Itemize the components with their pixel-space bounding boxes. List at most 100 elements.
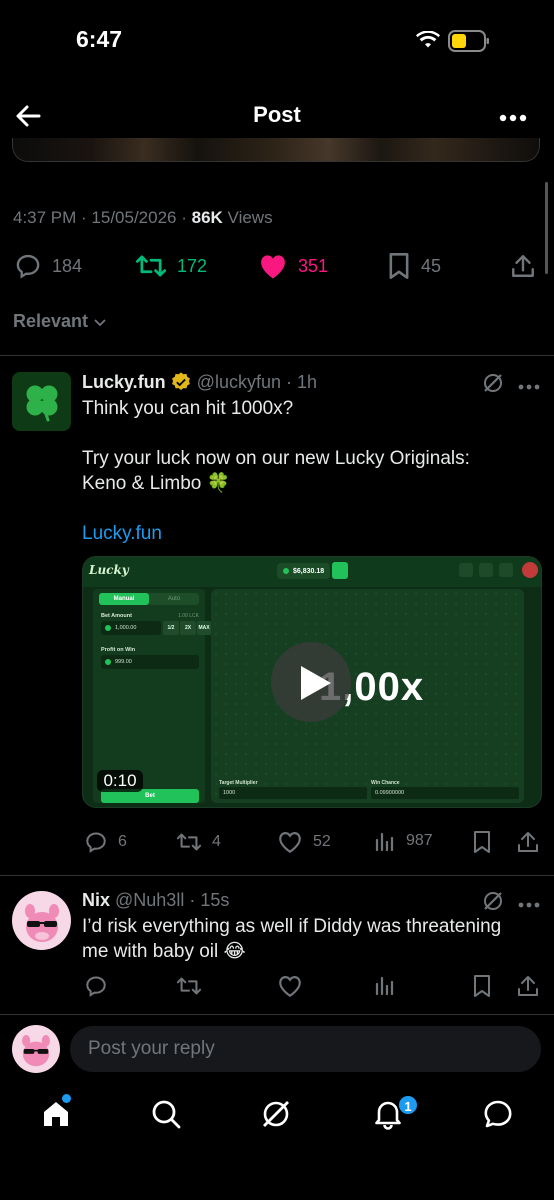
heart-icon	[279, 976, 301, 998]
tab-auto: Auto	[167, 596, 181, 602]
status-bar: 6:47	[0, 0, 554, 80]
share-icon	[518, 976, 538, 996]
mode-tabs: Manual Auto	[99, 593, 199, 605]
notifications-badge: 1	[397, 1094, 419, 1116]
grok-icon[interactable]	[260, 1098, 292, 1135]
pink-panther-avatar-icon	[22, 1035, 50, 1067]
tweet-text-line: me with baby oil 😂	[82, 941, 246, 962]
tab-manual: Manual	[99, 593, 149, 605]
battery-icon	[448, 30, 490, 57]
grok-icon[interactable]	[482, 890, 504, 917]
grok-icon[interactable]	[482, 372, 504, 399]
bookmark-count: 45	[421, 255, 442, 276]
views-button[interactable]: 987	[374, 830, 433, 852]
tweet-text-line: Keno & Limbo 🍀	[82, 473, 231, 494]
author-name[interactable]: Nix	[82, 890, 110, 911]
author-handle[interactable]: @Nuh3ll	[115, 890, 184, 911]
repost-button[interactable]: 4	[176, 830, 221, 854]
bet-amount-label: Bet Amount	[101, 613, 132, 619]
avatar-nix[interactable]	[12, 891, 71, 950]
tweet-more-icon[interactable]	[518, 378, 540, 396]
avatar	[522, 562, 538, 578]
gift-icon	[459, 563, 473, 577]
play-button[interactable]	[271, 642, 351, 722]
like-count: 351	[298, 255, 329, 276]
pink-panther-avatar-icon	[24, 903, 59, 942]
bookmark-icon	[474, 975, 490, 997]
bookmark-button[interactable]: 45	[387, 252, 441, 280]
win-chance-label: Win Chance	[371, 780, 400, 786]
chat-icon	[499, 563, 513, 577]
verified-badge-icon	[171, 372, 190, 390]
divider	[0, 875, 554, 876]
chevron-down-icon	[94, 318, 106, 326]
repost-button[interactable]: 172	[135, 252, 207, 280]
post-header: Post	[0, 88, 554, 144]
video-logo: Lucky	[89, 563, 129, 577]
messages-icon[interactable]	[482, 1098, 514, 1135]
tweet-header: Nix @Nuh3ll · 15s	[82, 890, 229, 911]
repost-button[interactable]	[176, 974, 212, 998]
share-button[interactable]	[516, 830, 550, 854]
reply-input[interactable]: Post your reply	[70, 1026, 541, 1072]
bookmark-icon	[389, 253, 409, 279]
bookmark-button[interactable]	[472, 974, 502, 998]
avatar-luckyfun[interactable]	[12, 372, 71, 431]
search-icon[interactable]	[150, 1098, 182, 1135]
reply-button[interactable]: 184	[14, 252, 82, 280]
like-button[interactable]	[277, 974, 313, 998]
more-options-icon[interactable]	[498, 110, 528, 128]
reply-count: 6	[118, 833, 127, 850]
half-button: 1/2	[163, 621, 179, 635]
share-button[interactable]	[516, 974, 550, 998]
heart-icon	[279, 832, 301, 854]
tweet-time: · 1h	[285, 371, 318, 392]
like-button[interactable]: 351	[258, 252, 328, 280]
max-button: MAX	[197, 621, 211, 635]
sort-label: Relevant	[13, 311, 89, 331]
tweet-text-line: Think you can hit 1000x?	[82, 398, 294, 419]
profit-field: 999.00	[101, 655, 199, 669]
tweet-header: Lucky.fun @luckyfun · 1h	[82, 371, 317, 393]
game-area: 1,00x Target Multiplier 1000 Win Chance …	[211, 589, 524, 803]
share-icon	[518, 832, 538, 852]
bookmark-icon	[474, 831, 490, 853]
tweet-link[interactable]: Lucky.fun	[82, 521, 162, 547]
page-title: Post	[253, 102, 301, 127]
bottom-nav	[0, 1084, 554, 1200]
repost-icon	[135, 255, 167, 277]
tweet-action-bar: 6 4 52 987	[0, 826, 554, 862]
share-icon	[512, 255, 534, 277]
reply-sort-dropdown[interactable]: Relevant	[13, 311, 108, 332]
like-button[interactable]: 52	[277, 830, 331, 854]
author-handle[interactable]: @luckyfun	[197, 372, 281, 393]
tweet-action-bar	[0, 970, 554, 1006]
post-time: 4:37 PM	[13, 208, 77, 227]
reply-button[interactable]	[84, 974, 118, 998]
tweet-text-line: Try your luck now on our new Lucky Origi…	[82, 448, 470, 469]
bet-amount-field: 1,000.00	[101, 621, 161, 635]
avatar	[12, 1025, 60, 1073]
tweet-more-icon[interactable]	[518, 896, 540, 914]
post-image[interactable]	[12, 138, 540, 162]
tweet-time: · 15s	[189, 890, 230, 910]
share-button[interactable]	[510, 252, 546, 280]
bet-amount-right: 1.00 LCK	[178, 613, 199, 619]
wifi-icon	[416, 30, 440, 54]
home-icon[interactable]	[40, 1098, 72, 1135]
video-app-header: Lucky $6,830.18	[83, 557, 541, 587]
reply-icon	[86, 832, 106, 853]
views-chart-icon	[375, 976, 394, 996]
reply-icon	[16, 254, 40, 279]
views-button[interactable]	[374, 974, 406, 996]
views-label: Views	[227, 208, 273, 227]
double-button: 2X	[180, 621, 196, 635]
tweet-video[interactable]: Lucky $6,830.18 Manual Auto Bet Amount 1…	[82, 556, 542, 808]
repost-count: 172	[177, 255, 208, 276]
bookmark-button[interactable]	[472, 830, 502, 854]
divider	[0, 355, 554, 356]
reply-button[interactable]: 6	[84, 830, 127, 854]
views-count: 987	[406, 832, 433, 849]
profit-label: Profit on Win	[101, 647, 136, 653]
author-name[interactable]: Lucky.fun	[82, 372, 166, 393]
